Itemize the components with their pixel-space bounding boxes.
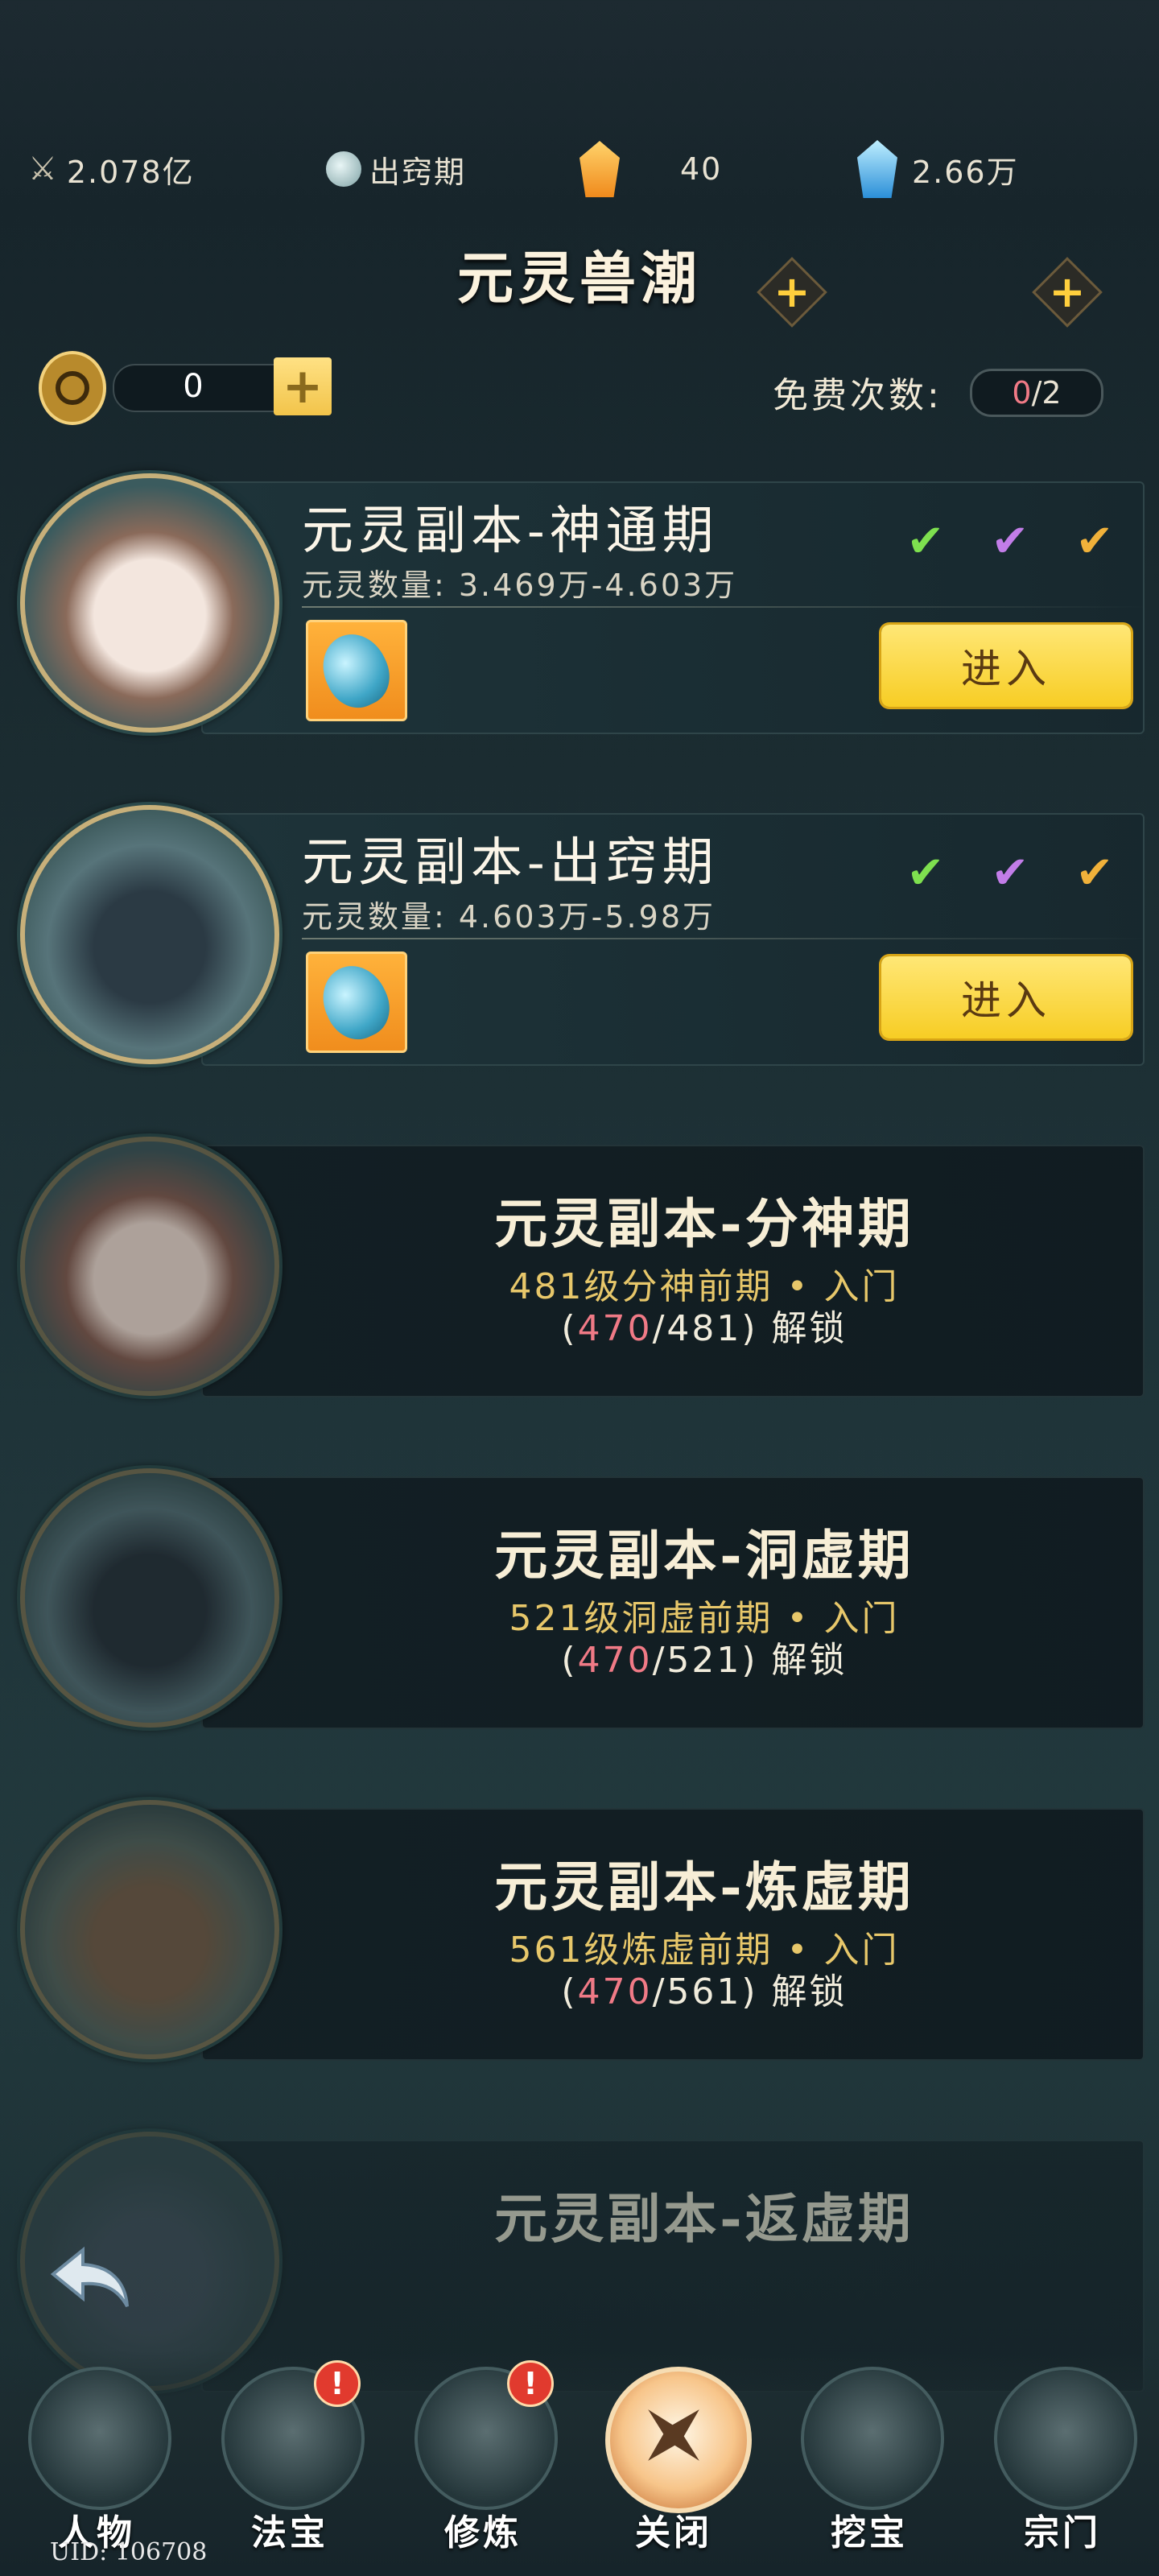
- purple-check-icon: ✔: [991, 847, 1029, 899]
- realm-value: 出窍期: [369, 154, 467, 190]
- dungeon-card-fenshen[interactable]: 元灵副本-分神期 481级分神前期 • 入门 (470/481) 解锁: [0, 1137, 1159, 1402]
- dungeon-card-lianxu[interactable]: 元灵副本-炼虚期 561级炼虚前期 • 入门 (470/561) 解锁: [0, 1800, 1159, 2066]
- power-value: 2.078亿: [66, 154, 195, 190]
- nav-treasure[interactable]: ! 法宝: [213, 2360, 366, 2553]
- realm-stat: 出窍期: [326, 121, 466, 217]
- unlock-progress: (470/481) 解锁: [561, 1308, 848, 1349]
- green-check-icon: ✔: [906, 847, 945, 899]
- add-ticket-button[interactable]: +: [274, 357, 332, 415]
- nav-cultivate[interactable]: ! 修炼: [406, 2360, 559, 2553]
- blue-gem-stat: 2.66万: [857, 121, 1019, 217]
- free-attempts-used: 0: [1012, 375, 1032, 411]
- reward-checks: ✔ ✔ ✔: [897, 845, 1139, 902]
- enter-button[interactable]: 进入: [881, 625, 1131, 707]
- dungeon-card-dongxu[interactable]: 元灵副本-洞虚期 521级洞虚前期 • 入门 (470/521) 解锁: [0, 1468, 1159, 1734]
- nav-close[interactable]: 关闭: [597, 2367, 752, 2553]
- resource-bar: ⚔ 2.078亿 出窍期 40 + 2.66万 +: [0, 121, 1159, 328]
- nav-sect[interactable]: 宗门: [986, 2367, 1139, 2553]
- yin-yang-icon: [326, 151, 361, 187]
- reward-checks: ✔ ✔ ✔: [897, 514, 1139, 570]
- orange-check-icon: ✔: [1075, 515, 1114, 568]
- nav-dig[interactable]: 挖宝: [793, 2367, 946, 2553]
- orange-gem-icon: [580, 141, 620, 197]
- crossed-swords-icon: ⚔: [28, 151, 59, 188]
- character-icon: [28, 2367, 171, 2510]
- pagoda-icon: [994, 2367, 1137, 2510]
- orange-gem-stat: [580, 121, 620, 217]
- free-attempts-total: /2: [1031, 375, 1062, 411]
- user-id: UID: 106708: [50, 2538, 208, 2566]
- enter-button[interactable]: 进入: [881, 956, 1131, 1038]
- shovel-icon: [801, 2367, 944, 2510]
- power-stat: ⚔ 2.078亿: [28, 121, 195, 217]
- free-attempts-label: 免费次数:: [773, 375, 942, 416]
- dungeon-card-chuqiao: 元灵副本-出窍期 元灵数量: 4.603万-5.98万 ✔ ✔ ✔ 进入: [0, 805, 1159, 1071]
- card-title: 元灵副本-返虚期: [494, 2187, 914, 2250]
- spirit-gem-icon: [311, 623, 400, 718]
- unlock-progress: (470/521) 解锁: [561, 1640, 848, 1681]
- ticket-scroll-icon: [32, 346, 113, 427]
- reward-gem-item[interactable]: [306, 952, 407, 1053]
- nav-character[interactable]: 人物: [20, 2367, 173, 2553]
- spirit-gem-icon: [311, 955, 400, 1050]
- ticket-count: 0: [183, 368, 204, 405]
- spirit-count: 元灵数量: 3.469万-4.603万: [302, 568, 738, 603]
- blue-gem-count: 2.66万: [912, 154, 1019, 190]
- card-title: 元灵副本-洞虚期: [494, 1524, 914, 1587]
- free-attempts-counter: 0/2: [970, 369, 1103, 417]
- dungeon-card-shentong: 元灵副本-神通期 元灵数量: 3.469万-4.603万 ✔ ✔ ✔ 进入: [0, 473, 1159, 739]
- unlock-progress: (470/561) 解锁: [561, 1971, 848, 2013]
- green-check-icon: ✔: [906, 515, 945, 568]
- reward-gem-item[interactable]: [306, 620, 407, 721]
- card-title: 元灵副本-神通期: [302, 502, 719, 561]
- spirit-count: 元灵数量: 4.603万-5.98万: [302, 899, 716, 935]
- card-title: 元灵副本-炼虚期: [494, 1856, 914, 1918]
- alert-badge: !: [507, 2360, 554, 2407]
- divider: [302, 606, 1147, 608]
- card-title: 元灵副本-出窍期: [302, 833, 719, 893]
- back-arrow-icon[interactable]: [47, 2242, 135, 2314]
- alert-badge: !: [314, 2360, 361, 2407]
- blue-gem-icon: [857, 140, 897, 198]
- close-icon: [605, 2367, 752, 2513]
- card-title: 元灵副本-分神期: [494, 1192, 914, 1255]
- page-title: 元灵兽潮: [457, 245, 702, 312]
- orange-gem-count: 40: [680, 151, 723, 187]
- divider: [302, 938, 1147, 939]
- purple-check-icon: ✔: [991, 515, 1029, 568]
- orange-check-icon: ✔: [1075, 847, 1114, 899]
- toad-beast-portrait: [20, 473, 279, 733]
- dragon-spirit-portrait: [20, 805, 279, 1064]
